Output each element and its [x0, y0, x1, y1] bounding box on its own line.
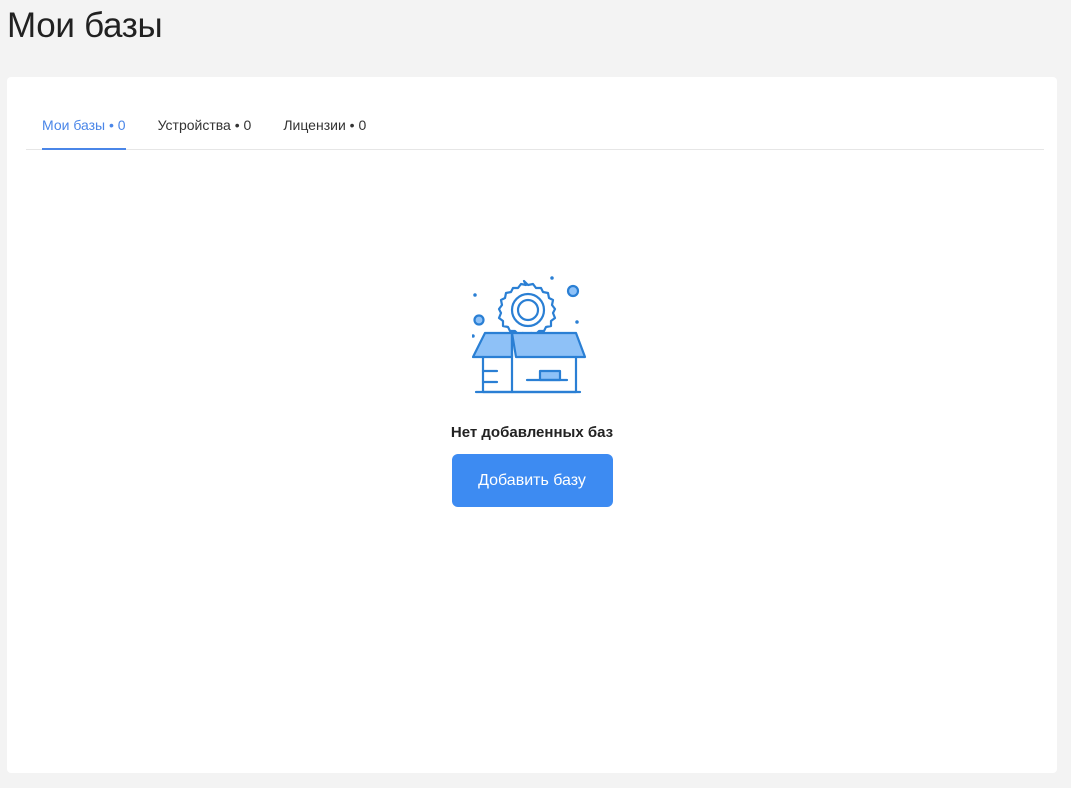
- main-card: Мои базы • 0 Устройства • 0 Лицензии • 0: [7, 77, 1057, 773]
- empty-state: Нет добавленных баз Добавить базу: [7, 275, 1057, 507]
- add-database-button[interactable]: Добавить базу: [451, 454, 613, 507]
- tab-my-databases[interactable]: Мои базы • 0: [42, 99, 126, 150]
- box-gear-icon: [472, 276, 587, 394]
- page-title: Мои базы: [7, 6, 163, 45]
- tab-devices[interactable]: Устройства • 0: [158, 99, 252, 149]
- empty-message: Нет добавленных баз: [450, 424, 614, 441]
- tab-bar: Мои базы • 0 Устройства • 0 Лицензии • 0: [26, 99, 1044, 150]
- tab-licenses[interactable]: Лицензии • 0: [283, 99, 366, 149]
